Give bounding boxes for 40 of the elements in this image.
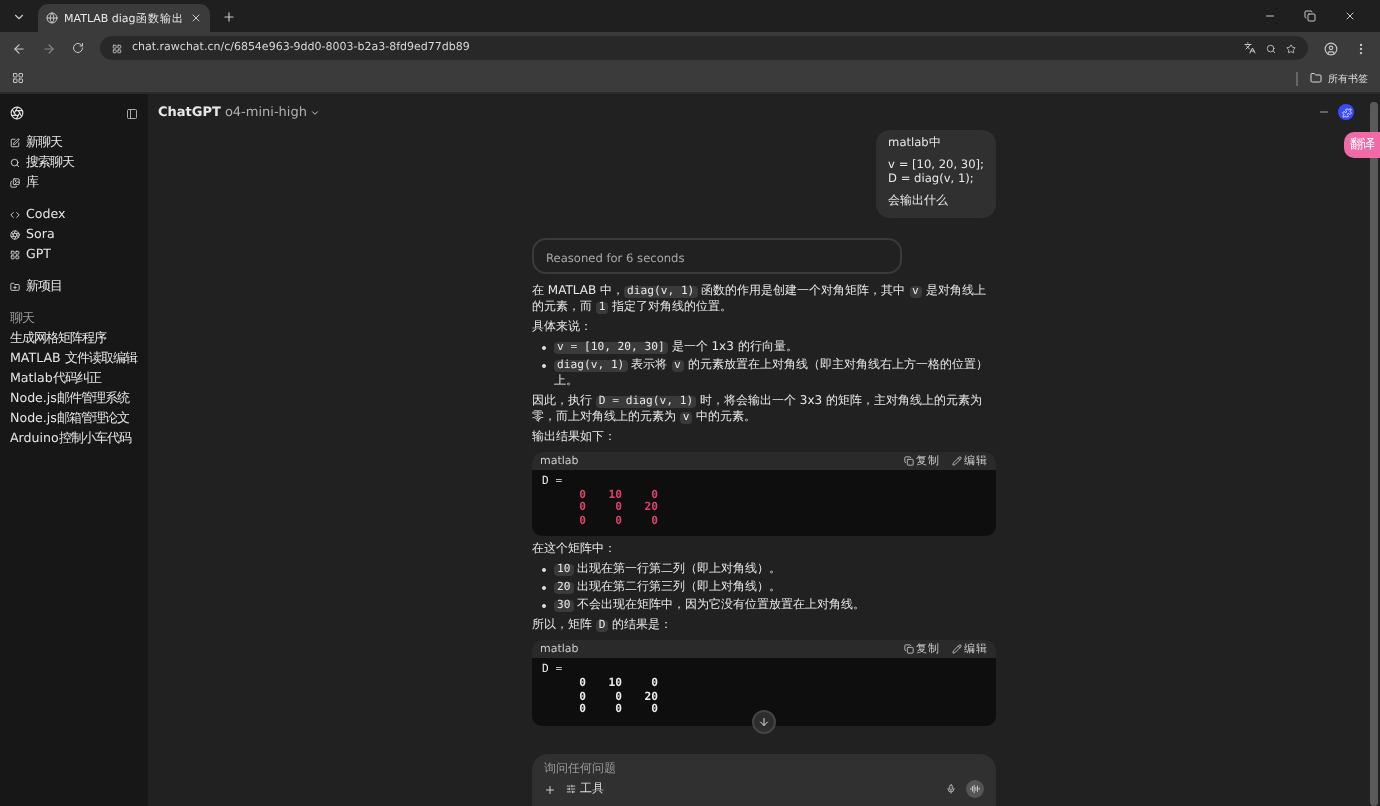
sidebar-toggle-icon[interactable] <box>126 107 138 119</box>
microphone-icon[interactable] <box>946 784 956 794</box>
close-button[interactable] <box>1344 10 1356 22</box>
back-button[interactable] <box>12 41 26 55</box>
arrow-down-icon <box>758 715 770 728</box>
profile-button[interactable] <box>1324 41 1338 55</box>
extension-icon[interactable] <box>1338 104 1354 120</box>
close-icon[interactable] <box>190 12 202 24</box>
site-info-icon[interactable] <box>112 43 122 53</box>
tab-list-button[interactable] <box>12 9 26 23</box>
pencil-icon <box>952 456 962 466</box>
sliders-icon <box>566 784 576 794</box>
reload-button[interactable] <box>72 42 84 54</box>
pencil-icon <box>952 644 962 655</box>
globe-icon <box>46 12 58 24</box>
chevron-down-icon <box>310 107 321 117</box>
translate-icon[interactable] <box>1244 42 1256 54</box>
add-icon[interactable] <box>544 783 556 795</box>
logo-icon[interactable] <box>10 106 24 120</box>
folder-icon <box>1310 72 1322 84</box>
minus-icon[interactable] <box>1318 106 1330 118</box>
menu-button[interactable] <box>1354 41 1368 55</box>
copy-icon <box>904 456 914 466</box>
code-icon <box>10 209 20 219</box>
grid-icon <box>10 249 20 259</box>
apps-button[interactable] <box>12 72 24 84</box>
new-chat-icon <box>10 137 20 147</box>
search-icon <box>10 157 20 167</box>
restore-button[interactable] <box>1304 10 1316 22</box>
forward-button[interactable] <box>42 41 56 55</box>
voice-button[interactable] <box>966 780 984 798</box>
images-icon <box>10 177 20 187</box>
minimize-button[interactable] <box>1264 10 1276 22</box>
aperture-icon <box>10 229 20 239</box>
folder-plus-icon <box>10 281 20 291</box>
copy-icon <box>904 644 914 655</box>
search-icon[interactable] <box>1266 43 1276 53</box>
new-tab-button[interactable] <box>222 9 236 23</box>
star-icon[interactable] <box>1286 43 1296 53</box>
scroll-down-button[interactable] <box>752 709 776 734</box>
